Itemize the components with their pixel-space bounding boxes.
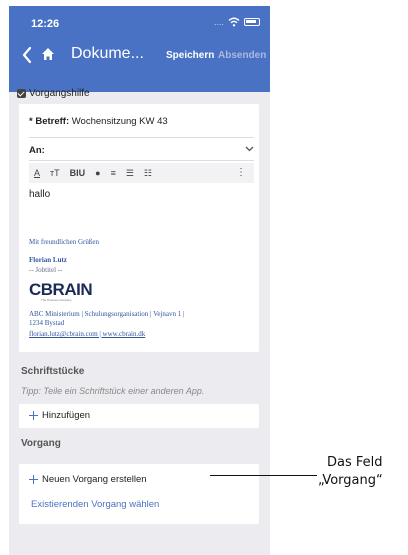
new-process-button[interactable]: Neuen Vorgang erstellen bbox=[29, 474, 147, 485]
recipient-label[interactable]: An: bbox=[29, 145, 45, 156]
send-button[interactable]: Absenden bbox=[218, 50, 266, 61]
documents-heading: Schriftstücke bbox=[21, 366, 85, 377]
signature-greeting: Mit freundlichen Grüßen bbox=[29, 238, 99, 246]
bold-italic-underline-icon[interactable]: BIU bbox=[70, 168, 86, 178]
add-document-label: Hinzufügen bbox=[42, 410, 91, 421]
navigation-row: Dokume... Speichern Absenden bbox=[9, 42, 270, 68]
status-indicators: .... bbox=[214, 16, 260, 28]
choose-existing-process-link[interactable]: Existierenden Vorgang wählen bbox=[31, 499, 159, 510]
signature-links[interactable]: florian.lutz@cbrain.com | www.cbrain.dk bbox=[29, 330, 145, 338]
screenshot-canvas: 12:26 .... Dokume... Speichern Absenden … bbox=[0, 0, 408, 555]
top-bar: 12:26 .... Dokume... Speichern Absenden bbox=[9, 6, 270, 92]
process-help-toggle[interactable]: Vorgangshilfe bbox=[17, 88, 90, 99]
help-label: Vorgangshilfe bbox=[29, 88, 90, 99]
plus-icon bbox=[29, 411, 38, 420]
help-checkbox[interactable] bbox=[17, 89, 26, 98]
divider bbox=[29, 137, 254, 138]
format-toolbar: A ᴛT BIU ● ≡ ☰ ☷ ⋮ bbox=[29, 163, 254, 183]
document-title: Dokume... bbox=[71, 45, 144, 62]
callout-text: Das Feld bbox=[327, 455, 383, 470]
subject-label: * Betreff: bbox=[29, 116, 70, 127]
wifi-icon bbox=[228, 17, 240, 27]
new-process-label: Neuen Vorgang erstellen bbox=[42, 474, 147, 485]
add-document-card: Hinzufügen bbox=[19, 404, 259, 428]
callout-text: „Vorgang“ bbox=[318, 473, 383, 488]
divider bbox=[29, 160, 254, 161]
signature-city: 1234 Bystad bbox=[29, 319, 65, 327]
more-options-icon[interactable]: ⋮ bbox=[236, 167, 246, 178]
status-time: 12:26 bbox=[31, 18, 60, 30]
palette-icon[interactable]: ● bbox=[95, 168, 100, 178]
signature-name: Florian Lutz bbox=[29, 256, 67, 264]
phone-screen: 12:26 .... Dokume... Speichern Absenden … bbox=[9, 6, 270, 555]
logo-text: CBRAIN bbox=[29, 280, 93, 299]
home-icon[interactable] bbox=[41, 47, 55, 61]
battery-icon bbox=[244, 18, 260, 26]
subject-field[interactable]: * Betreff: Wochensitzung KW 43 bbox=[29, 116, 168, 127]
add-document-button[interactable]: Hinzufügen bbox=[29, 410, 90, 421]
subject-value: Wochensitzung KW 43 bbox=[71, 116, 168, 127]
align-icon[interactable]: ≡ bbox=[111, 168, 116, 178]
font-color-icon[interactable]: A bbox=[34, 168, 40, 178]
back-chevron-icon[interactable] bbox=[21, 46, 33, 64]
process-card: Neuen Vorgang erstellen Existierenden Vo… bbox=[19, 464, 259, 524]
message-body[interactable]: hallo bbox=[29, 189, 50, 200]
chevron-down-icon[interactable] bbox=[245, 144, 254, 153]
signature-address: ABC Ministerium | Schulungsorganisation … bbox=[29, 310, 185, 318]
documents-tip: Tipp: Teile ein Schriftstück einer ander… bbox=[21, 386, 205, 396]
indent-icon[interactable]: ☷ bbox=[144, 168, 152, 179]
cbrain-logo: CBRAIN The Process Company bbox=[29, 280, 93, 302]
save-button[interactable]: Speichern bbox=[166, 50, 214, 61]
document-form-card: * Betreff: Wochensitzung KW 43 An: A ᴛT … bbox=[19, 104, 259, 352]
signature-jobtitle: -- Jobtitel -- bbox=[29, 266, 63, 274]
plus-icon bbox=[29, 475, 38, 484]
font-size-icon[interactable]: ᴛT bbox=[50, 168, 60, 178]
list-icon[interactable]: ☰ bbox=[126, 168, 134, 179]
callout-line bbox=[210, 475, 317, 476]
signal-dots: .... bbox=[213, 17, 224, 27]
process-heading: Vorgang bbox=[21, 438, 61, 449]
